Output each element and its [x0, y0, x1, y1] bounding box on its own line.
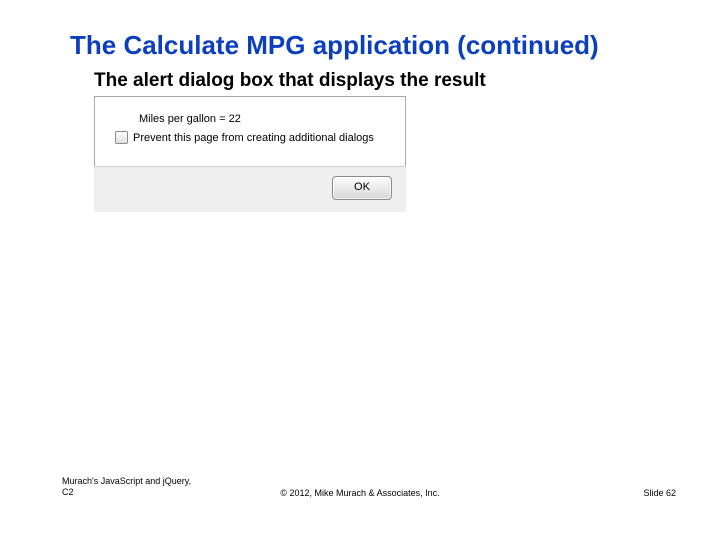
- prevent-dialogs-label: Prevent this page from creating addition…: [133, 132, 374, 144]
- prevent-dialogs-row: Prevent this page from creating addition…: [115, 131, 374, 144]
- dialog-button-bar: OK: [94, 166, 406, 212]
- dialog-message: Miles per gallon = 22: [139, 113, 241, 125]
- slide: The Calculate MPG application (continued…: [0, 0, 720, 540]
- prevent-dialogs-checkbox[interactable]: [115, 131, 128, 144]
- footer-right: Slide 62: [643, 488, 676, 498]
- section-heading: The alert dialog box that displays the r…: [94, 70, 486, 92]
- footer-center: © 2012, Mike Murach & Associates, Inc.: [0, 488, 720, 498]
- alert-dialog: Miles per gallon = 22 Prevent this page …: [94, 96, 406, 212]
- footer-left-line1: Murach's JavaScript and jQuery,: [62, 476, 191, 486]
- ok-button[interactable]: OK: [332, 176, 392, 200]
- page-title: The Calculate MPG application (continued…: [70, 30, 599, 61]
